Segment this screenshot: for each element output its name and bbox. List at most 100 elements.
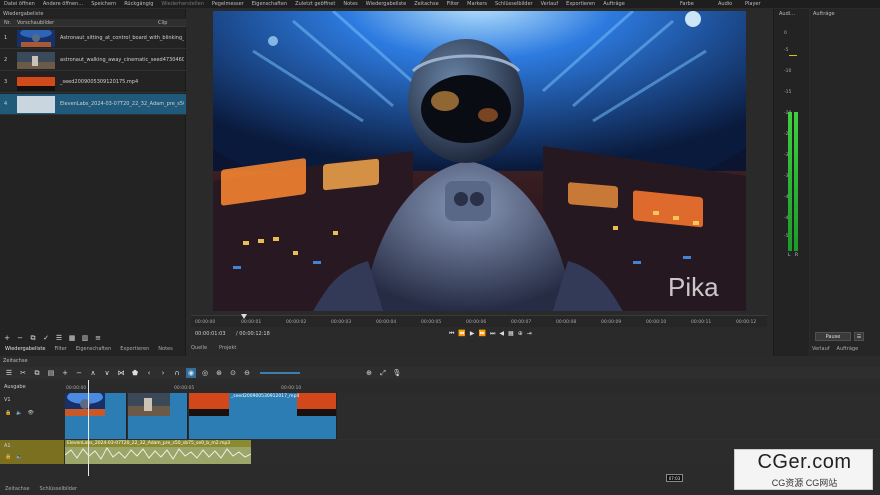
viewer-playhead[interactable] [241,314,247,319]
menu-save[interactable]: Speichern [91,1,116,7]
video-frame[interactable]: Pika [213,11,746,311]
col-clip[interactable]: Clip [158,20,167,26]
video-clip[interactable] [128,393,188,439]
playlist-row[interactable]: 4 ElevenLabs_2024-03-07T20_22_32_Adam_pr… [0,94,186,115]
menu-timeline[interactable]: Zeitachse [414,1,439,7]
tab-properties[interactable]: Eigenschaften [76,346,111,352]
menu-playlist[interactable]: Wiedergabeliste [366,1,406,7]
ruler-tick-label: 00:00:09 [601,320,622,325]
remove-icon[interactable]: − [15,334,25,343]
marker-icon[interactable]: ⬟ [130,368,140,378]
tab-source[interactable]: Quelle [191,345,207,351]
pause-button[interactable]: Pause [815,332,851,341]
lock-icon[interactable]: 🔒 [5,410,11,416]
lift-icon[interactable]: ∧ [88,368,98,378]
rewind-icon[interactable]: ⏪ [458,330,465,338]
tab-export[interactable]: Exportieren [120,346,149,352]
tab-timeline[interactable]: Zeitachse [5,486,30,492]
menu-color-layout[interactable]: Farbe [680,0,694,8]
prev-marker-icon[interactable]: ‹ [144,368,154,378]
menu-icon[interactable]: ≡ [93,334,103,343]
zoom-in-icon[interactable]: ⊕ [364,368,374,378]
playlist-row[interactable]: 1 Astronaut_sitting_at_control_board_wit… [0,28,186,49]
menu-recent[interactable]: Zuletzt geöffnet [295,1,335,7]
cut-icon[interactable]: ✂ [18,368,28,378]
mute-icon[interactable]: 🔈 [16,410,22,416]
menu-audio-layout[interactable]: Audio [718,0,732,8]
tab-keyframes[interactable]: Schlüsselbilder [40,486,78,492]
ripple-icon[interactable]: ◎ [200,368,210,378]
volume-icon[interactable]: ◀ [499,330,504,338]
menu-export[interactable]: Exportieren [566,1,595,7]
video-clip[interactable]: _seed200900530912017_mp4 [189,393,337,439]
viewer-ruler[interactable]: 00:00:00 00:00:01 00:00:02 00:00:03 00:0… [191,314,767,327]
jobs-menu-button[interactable]: ☰ [854,332,864,341]
split-icon[interactable]: ⋈ [116,368,126,378]
toggle-icon[interactable]: ⇥ [527,330,532,338]
track-v1[interactable]: _seed200900530912017_mp4 [64,393,880,439]
playlist-row[interactable]: 2 astronaut_walking_away_cinematic_seed4… [0,50,186,71]
tab-project[interactable]: Projekt [219,345,236,351]
menu-open-other[interactable]: Andere öffnen… [43,1,83,7]
add-icon[interactable]: + [2,334,12,343]
menu-redo[interactable]: Wiederherstellen [161,1,203,7]
audio-clip[interactable]: ElevenLabs_2024-03-07T20_22_32_Adam_pre_… [65,440,251,464]
col-number[interactable]: Nr. [4,20,11,26]
menu-open-file[interactable]: Datei öffnen [4,1,35,7]
append-icon[interactable]: + [60,368,70,378]
timeline-playhead[interactable] [88,380,89,476]
snap-icon[interactable]: ∩ [172,368,182,378]
row-number: 2 [4,57,8,63]
ripple-all-icon[interactable]: ⊛ [214,368,224,378]
menu-undo[interactable]: Rückgängig [124,1,153,7]
skip-next-icon[interactable]: ⏭ [490,330,495,338]
scrub-icon[interactable]: ◉ [186,368,196,378]
tab-playlist[interactable]: Wiedergabeliste [5,346,45,352]
overwrite-icon[interactable]: ∨ [102,368,112,378]
remove-icon[interactable]: − [74,368,84,378]
menu-properties[interactable]: Eigenschaften [252,1,287,7]
timeline-toolbar: ☰ ✂ ⧉ ▤ + − ∧ ∨ ⋈ ⬟ ‹ › ∩ ◉ ◎ ⊛ ⊙ ⊖ ⊕ ⤢ … [0,367,880,379]
check-icon[interactable]: ✓ [41,334,51,343]
menu-peak-meter[interactable]: Pegelmesser [212,1,244,7]
record-audio-icon[interactable]: 🎙 [392,368,402,378]
menu-jobs[interactable]: Aufträge [603,1,625,7]
tab-jobs[interactable]: Aufträge [837,346,859,352]
zoom-icon[interactable]: ⊕ [518,330,523,338]
menu-history[interactable]: Verlauf [541,1,559,7]
timeline-ruler[interactable]: 00:00:00 00:00:05 00:00:10 [64,384,880,393]
paste-icon[interactable]: ▤ [46,368,56,378]
menu-keyframes[interactable]: Schlüsselbilder [495,1,533,7]
skip-previous-icon[interactable]: ⏮ [449,330,454,338]
update-icon[interactable]: ⧉ [28,334,38,343]
video-clip[interactable] [65,393,127,439]
list-view-icon[interactable]: ☰ [54,334,64,343]
zoom-out-icon[interactable]: ⊖ [242,368,252,378]
col-thumbnails[interactable]: Vorschaubilder [17,20,54,26]
tab-filter[interactable]: Filter [54,346,66,352]
tab-notes[interactable]: Notes [158,346,172,352]
position-timecode[interactable]: 00:00:01:03 [195,331,226,337]
copy-icon[interactable]: ⧉ [32,368,42,378]
lock-icon[interactable]: 🔒 [5,454,11,460]
menu-player-layout[interactable]: Player [745,0,761,8]
playlist-row[interactable]: 3 _seed2009005309120175.mp4 [0,72,186,93]
ripple-markers-icon[interactable]: ⊙ [228,368,238,378]
icon-view-icon[interactable]: ▥ [80,334,90,343]
row-clip-name: ElevenLabs_2024-03-07T20_22_32_Adam_pre_… [60,101,184,107]
next-marker-icon[interactable]: › [158,368,168,378]
zoom-slider[interactable] [260,372,300,374]
play-icon[interactable]: ▶ [470,330,475,338]
grid-view-icon[interactable]: ▦ [67,334,77,343]
eye-icon[interactable]: 👁 [27,410,33,416]
mute-icon[interactable]: 🔈 [16,454,22,460]
menu-filter[interactable]: Filter [447,1,459,7]
grid-icon[interactable]: ▦ [508,330,514,338]
timeline-menu-icon[interactable]: ☰ [4,368,14,378]
zoom-fit-icon[interactable]: ⤢ [378,368,388,378]
fast-forward-icon[interactable]: ⏩ [479,330,486,338]
tab-history[interactable]: Verlauf [812,346,830,352]
menu-markers[interactable]: Markers [467,1,487,7]
menu-notes[interactable]: Notes [343,1,357,7]
timeline-title: Zeitachse [3,358,28,364]
